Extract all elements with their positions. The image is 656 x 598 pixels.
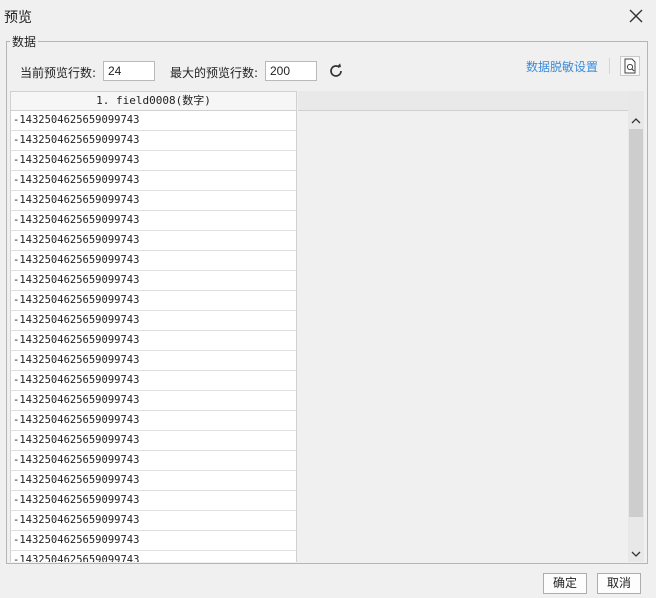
scrollbar-thumb[interactable] — [629, 129, 643, 517]
table-row[interactable]: -1432504625659099743 — [10, 371, 297, 391]
table-row[interactable]: -1432504625659099743 — [10, 511, 297, 531]
grid-body: -1432504625659099743 -1432504625659099743… — [10, 111, 628, 562]
table-row[interactable]: -1432504625659099743 — [10, 431, 297, 451]
toolbar-divider — [609, 58, 610, 74]
cancel-button[interactable]: 取消 — [597, 573, 641, 594]
table-row[interactable]: -1432504625659099743 — [10, 171, 297, 191]
current-rows-label: 当前预览行数: — [20, 66, 97, 80]
table-row[interactable]: -1432504625659099743 — [10, 231, 297, 251]
table-row[interactable]: -1432504625659099743 — [10, 491, 297, 511]
table-row[interactable]: -1432504625659099743 — [10, 211, 297, 231]
close-icon[interactable] — [626, 6, 646, 26]
grid-column: -1432504625659099743 -1432504625659099743… — [10, 111, 297, 562]
table-row[interactable]: -1432504625659099743 — [10, 531, 297, 551]
table-row[interactable]: -1432504625659099743 — [10, 331, 297, 351]
table-row[interactable]: -1432504625659099743 — [10, 111, 297, 131]
table-row[interactable]: -1432504625659099743 — [10, 311, 297, 331]
refresh-icon[interactable] — [327, 62, 345, 80]
header-filler — [298, 91, 628, 111]
chevron-up-icon[interactable] — [628, 113, 644, 129]
table-row[interactable]: -1432504625659099743 — [10, 411, 297, 431]
table-row[interactable]: -1432504625659099743 — [10, 271, 297, 291]
window-title: 预览 — [4, 10, 32, 26]
data-group-label: 数据 — [10, 33, 39, 50]
table-row[interactable]: -1432504625659099743 — [10, 471, 297, 491]
table-row[interactable]: -1432504625659099743 — [10, 551, 297, 562]
table-row[interactable]: -1432504625659099743 — [10, 191, 297, 211]
table-row[interactable]: -1432504625659099743 — [10, 131, 297, 151]
vertical-scrollbar[interactable] — [628, 91, 644, 562]
table-row[interactable]: -1432504625659099743 — [10, 351, 297, 371]
table-row[interactable]: -1432504625659099743 — [10, 251, 297, 271]
table-row[interactable]: -1432504625659099743 — [10, 291, 297, 311]
table-row[interactable]: -1432504625659099743 — [10, 151, 297, 171]
max-rows-label: 最大的预览行数: — [170, 66, 259, 80]
ok-button[interactable]: 确定 — [543, 573, 587, 594]
max-rows-input[interactable]: 200 — [265, 61, 317, 81]
data-grid: 1. field0008(数字) -1432504625659099743 -14… — [10, 91, 644, 562]
data-mask-settings-link[interactable]: 数据脱敏设置 — [526, 58, 598, 75]
current-rows-input[interactable]: 24 — [103, 61, 155, 81]
column-header[interactable]: 1. field0008(数字) — [10, 91, 297, 111]
document-search-icon[interactable] — [620, 56, 640, 76]
chevron-down-icon[interactable] — [628, 546, 644, 562]
table-row[interactable]: -1432504625659099743 — [10, 451, 297, 471]
title-bar: 预览 — [0, 0, 656, 32]
table-row[interactable]: -1432504625659099743 — [10, 391, 297, 411]
